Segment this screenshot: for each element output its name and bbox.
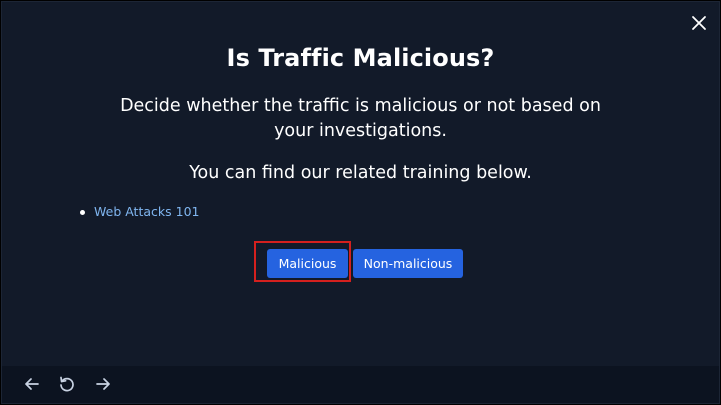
malicious-button[interactable]: Malicious bbox=[267, 249, 348, 278]
back-button[interactable] bbox=[22, 374, 42, 394]
verdict-dialog: Is Traffic Malicious? Decide whether the… bbox=[1, 1, 720, 404]
dialog-description: Decide whether the traffic is malicious … bbox=[120, 96, 601, 141]
navigation-bar bbox=[2, 366, 719, 403]
arrow-left-icon bbox=[25, 378, 39, 390]
close-icon bbox=[692, 16, 706, 30]
training-subtext: You can find our related training below. bbox=[189, 163, 532, 183]
training-link-web-attacks-101[interactable]: Web Attacks 101 bbox=[94, 204, 199, 219]
arrow-right-icon bbox=[96, 378, 110, 390]
dialog-title: Is Traffic Malicious? bbox=[226, 44, 495, 72]
training-list: Web Attacks 101 bbox=[80, 204, 199, 220]
forward-button[interactable] bbox=[93, 374, 113, 394]
reload-button[interactable] bbox=[57, 374, 77, 394]
list-item: Web Attacks 101 bbox=[80, 204, 199, 220]
reload-icon bbox=[60, 376, 74, 392]
close-button[interactable] bbox=[689, 13, 709, 33]
non-malicious-button[interactable]: Non-malicious bbox=[353, 249, 463, 278]
bullet-icon bbox=[80, 210, 85, 215]
